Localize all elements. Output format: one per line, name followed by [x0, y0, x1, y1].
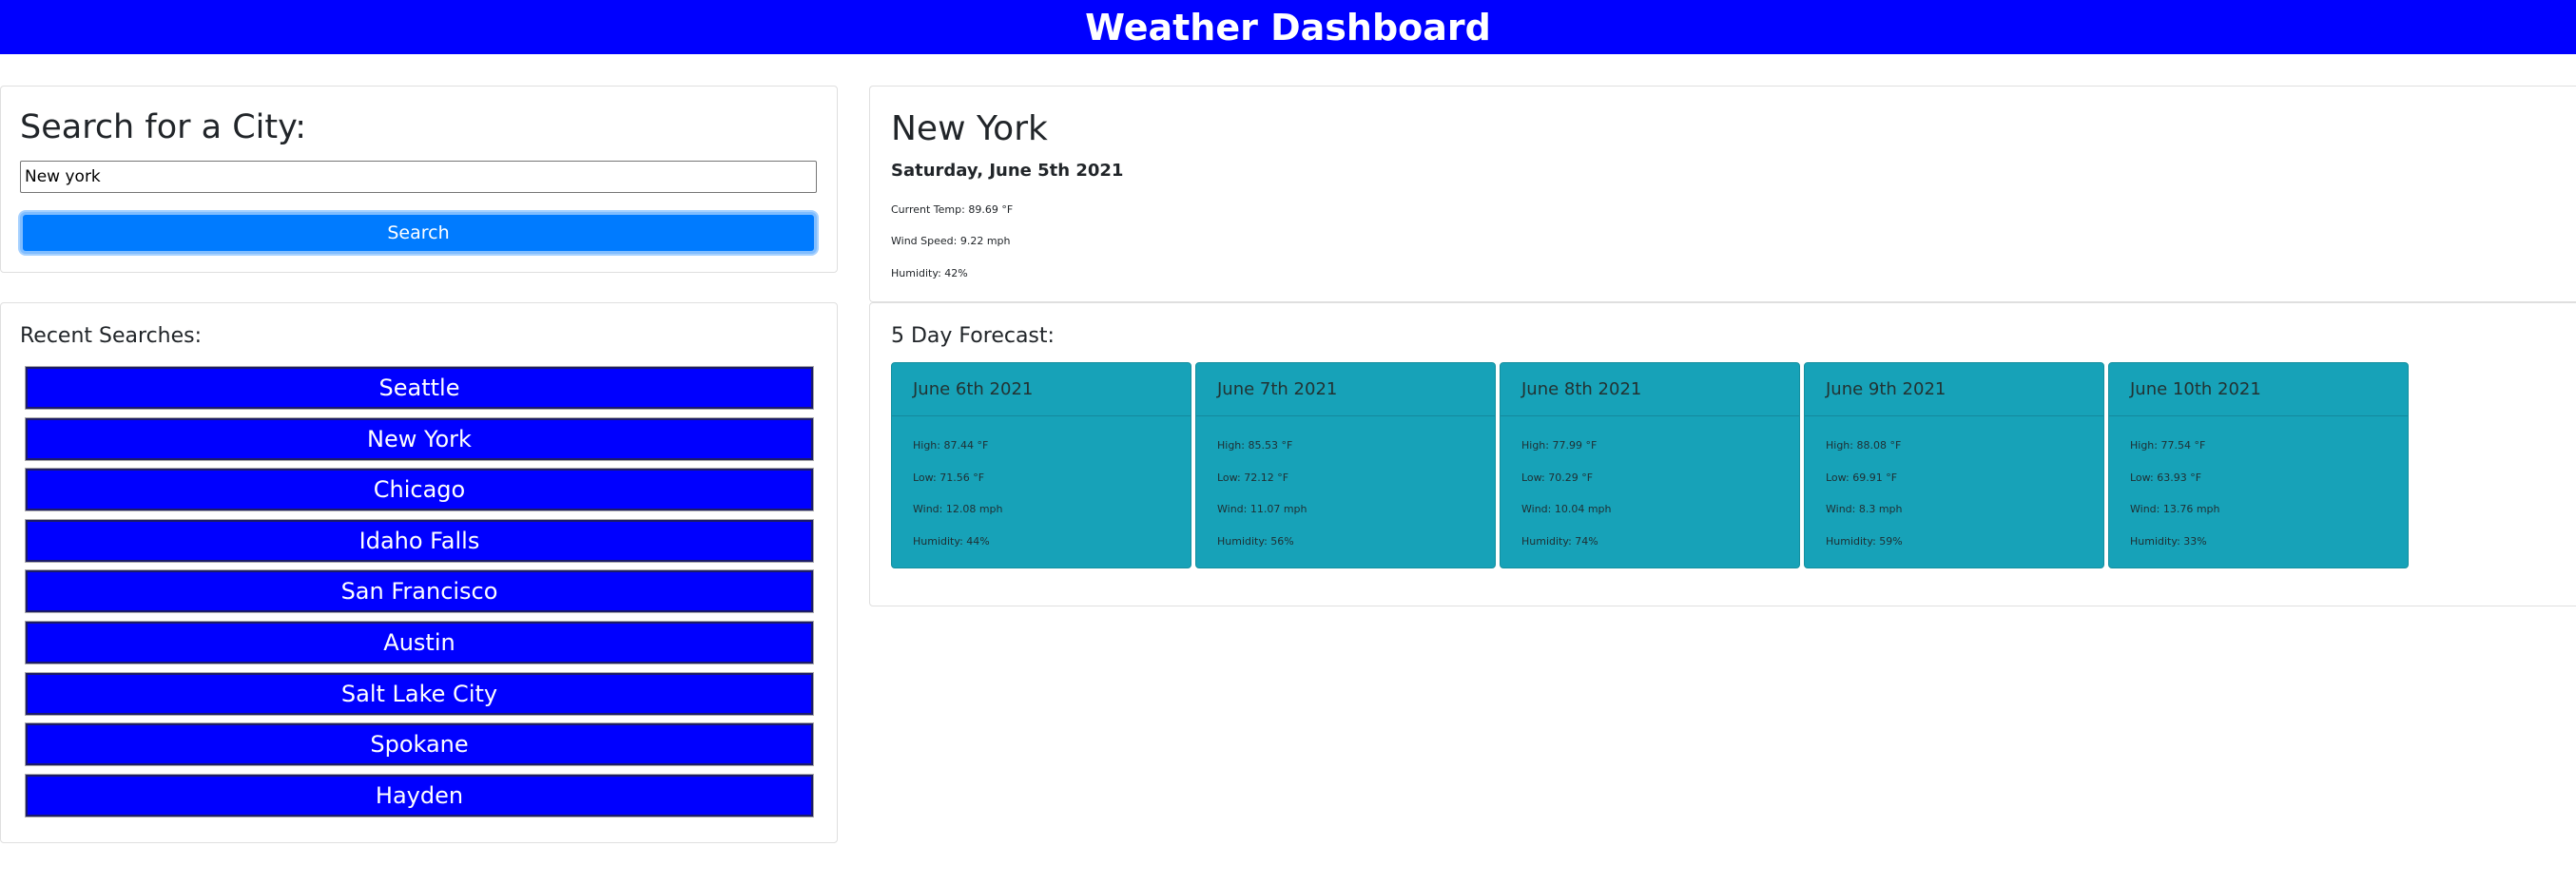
forecast-wind: Wind: 8.3 mph [1826, 503, 1903, 515]
forecast-wind: Wind: 11.07 mph [1217, 503, 1307, 515]
forecast-high: High: 88.08 °F [1826, 439, 1902, 452]
forecast-date: June 9th 2021 [1805, 363, 2103, 416]
current-city-name: New York [891, 109, 1048, 148]
forecast-low: Low: 72.12 °F [1217, 471, 1289, 484]
forecast-high: High: 85.53 °F [1217, 439, 1293, 452]
recent-searches-panel: Recent Searches: Seattle New York Chicag… [0, 302, 838, 843]
forecast-date: June 10th 2021 [2109, 363, 2408, 416]
forecast-date: June 6th 2021 [892, 363, 1191, 416]
current-wind-speed: Wind Speed: 9.22 mph [891, 235, 1011, 247]
forecast-humidity: Humidity: 33% [2130, 535, 2207, 548]
forecast-wind: Wind: 10.04 mph [1521, 503, 1612, 515]
forecast-humidity: Humidity: 56% [1217, 535, 1294, 548]
search-title: Search for a City: [20, 108, 307, 146]
page-title: Weather Dashboard [1085, 6, 1491, 48]
forecast-wind: Wind: 13.76 mph [2130, 503, 2220, 515]
recent-search-item[interactable]: Idaho Falls [25, 518, 814, 563]
current-humidity: Humidity: 42% [891, 267, 968, 279]
forecast-card: June 8th 2021 High: 77.99 °F Low: 70.29 … [1500, 362, 1800, 568]
forecast-high: High: 87.44 °F [913, 439, 989, 452]
forecast-humidity: Humidity: 74% [1521, 535, 1598, 548]
forecast-high: High: 77.99 °F [1521, 439, 1598, 452]
forecast-low: Low: 71.56 °F [913, 471, 985, 484]
recent-search-item[interactable]: Spokane [25, 722, 814, 767]
forecast-card: June 6th 2021 High: 87.44 °F Low: 71.56 … [891, 362, 1191, 568]
forecast-cards: June 6th 2021 High: 87.44 °F Low: 71.56 … [891, 362, 2409, 568]
current-weather-panel: New York Saturday, June 5th 2021 Current… [869, 86, 2576, 302]
forecast-card: June 10th 2021 High: 77.54 °F Low: 63.93… [2108, 362, 2409, 568]
recent-search-item[interactable]: San Francisco [25, 569, 814, 614]
forecast-high: High: 77.54 °F [2130, 439, 2206, 452]
recent-search-item[interactable]: Seattle [25, 366, 814, 410]
search-button[interactable]: Search [20, 212, 817, 254]
forecast-low: Low: 70.29 °F [1521, 471, 1594, 484]
recent-search-item[interactable]: Salt Lake City [25, 671, 814, 716]
forecast-date: June 8th 2021 [1501, 363, 1799, 416]
current-date: Saturday, June 5th 2021 [891, 161, 1124, 181]
forecast-date: June 7th 2021 [1196, 363, 1495, 416]
recent-search-item[interactable]: Hayden [25, 773, 814, 818]
forecast-card: June 9th 2021 High: 88.08 °F Low: 69.91 … [1804, 362, 2104, 568]
forecast-wind: Wind: 12.08 mph [913, 503, 1003, 515]
forecast-humidity: Humidity: 44% [913, 535, 990, 548]
recent-search-item[interactable]: New York [25, 416, 814, 461]
recent-search-item[interactable]: Austin [25, 620, 814, 664]
forecast-title: 5 Day Forecast: [891, 324, 1055, 348]
forecast-panel: 5 Day Forecast: June 6th 2021 High: 87.4… [869, 302, 2576, 606]
forecast-low: Low: 69.91 °F [1826, 471, 1898, 484]
app-header: Weather Dashboard [0, 0, 2576, 54]
recent-search-item[interactable]: Chicago [25, 468, 814, 512]
forecast-low: Low: 63.93 °F [2130, 471, 2202, 484]
city-search-input[interactable] [20, 161, 817, 193]
forecast-card: June 7th 2021 High: 85.53 °F Low: 72.12 … [1195, 362, 1496, 568]
recent-searches-list: Seattle New York Chicago Idaho Falls San… [25, 366, 814, 825]
forecast-humidity: Humidity: 59% [1826, 535, 1903, 548]
recent-searches-title: Recent Searches: [20, 324, 203, 348]
search-panel: Search for a City: Search [0, 86, 838, 273]
current-temp: Current Temp: 89.69 °F [891, 203, 1014, 216]
